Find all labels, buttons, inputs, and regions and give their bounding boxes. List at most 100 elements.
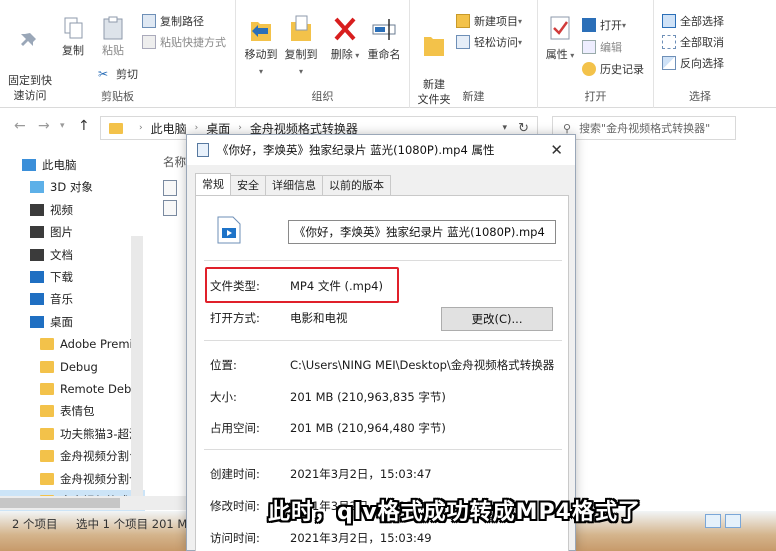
rename-button[interactable]: 重命名 xyxy=(364,14,404,62)
move-to-button[interactable]: 移动到 ▾ xyxy=(242,14,280,79)
file-document-icon[interactable] xyxy=(163,200,177,216)
item-count: 2 个项目 xyxy=(12,517,58,531)
sidebar-item-6[interactable]: 音乐 xyxy=(0,288,145,310)
open-button[interactable]: 打开 ▾ xyxy=(582,16,626,34)
recent-chevron-down-icon[interactable]: ▾ xyxy=(60,121,65,131)
sidebar-item-3[interactable]: 图片 xyxy=(0,221,145,243)
delete-x-icon xyxy=(334,17,356,41)
nav-scrollbar[interactable] xyxy=(131,236,143,496)
select-none-button[interactable]: 全部取消 xyxy=(662,33,724,51)
accessed-label: 访问时间: xyxy=(210,531,260,545)
scissors-icon: ✂ xyxy=(98,67,109,81)
tab-details[interactable]: 详细信息 xyxy=(265,175,323,195)
delete-button[interactable]: 删除 ▾ xyxy=(330,14,360,63)
dialog-titlebar[interactable]: 《你好，李焕英》独家纪录片 蓝光(1080P).mp4 属性 ✕ xyxy=(187,135,575,165)
select-all-button[interactable]: 全部选择 xyxy=(662,12,724,30)
filename-field[interactable]: 《你好，李焕英》独家纪录片 蓝光(1080P).mp4 xyxy=(288,220,556,244)
sidebar-item-label: Remote Debu xyxy=(60,382,139,396)
sidebar-item-7[interactable]: 桌面 xyxy=(0,311,145,333)
select-all-icon xyxy=(662,14,676,28)
sidebar-item-label: 金舟视频分割台 xyxy=(60,449,141,464)
back-arrow-icon[interactable]: ← xyxy=(14,118,26,134)
sidebar-item-5[interactable]: 下载 xyxy=(0,266,145,288)
clipboard-group-label: 剪贴板 xyxy=(101,90,134,103)
size-value: 201 MB (210,963,835 字节) xyxy=(290,390,446,404)
sidebar-item-11[interactable]: 表情包 xyxy=(0,400,145,422)
search-box[interactable]: ⚲ 搜索"金舟视频格式转换器" xyxy=(552,116,736,140)
invert-selection-button[interactable]: 反向选择 xyxy=(662,54,724,72)
change-button[interactable]: 更改(C)... xyxy=(441,307,553,331)
sidebar-item-10[interactable]: Remote Debu xyxy=(0,378,145,400)
select-group-label: 选择 xyxy=(689,90,711,103)
tab-security[interactable]: 安全 xyxy=(230,175,266,195)
open-play-icon xyxy=(582,18,596,32)
folder-icon xyxy=(40,450,54,463)
up-arrow-icon[interactable]: ↑ xyxy=(78,118,90,134)
sidebar-item-9[interactable]: Debug xyxy=(0,356,145,378)
address-dropdown-icon[interactable]: ▾ xyxy=(502,123,507,133)
forward-arrow-icon[interactable]: → xyxy=(38,118,50,134)
sidebar-item-13[interactable]: 金舟视频分割台 xyxy=(0,445,145,467)
new-folder-icon xyxy=(424,37,444,56)
opens-with-label: 打开方式: xyxy=(210,311,260,325)
shortcut-icon xyxy=(142,35,156,49)
sidebar-item-12[interactable]: 功夫熊猫3-超清 xyxy=(0,423,145,445)
organize-group: 移动到 ▾ 复制到 ▾ 删除 ▾ 重命名 组织 xyxy=(236,0,410,108)
cut-button[interactable]: ✂ 剪切 xyxy=(98,65,138,83)
paste-button[interactable]: 粘贴 xyxy=(96,16,130,58)
scrollbar-thumb[interactable] xyxy=(0,498,120,508)
sidebar-item-4[interactable]: 文档 xyxy=(0,244,145,266)
dialog-tabs: 常规 安全 详细信息 以前的版本 xyxy=(195,173,391,195)
video-file-icon xyxy=(197,143,209,157)
organize-group-label: 组织 xyxy=(311,90,334,103)
properties-check-icon xyxy=(550,16,570,40)
copy-path-button[interactable]: 复制路径 xyxy=(142,12,204,30)
easy-access-button[interactable]: 轻松访问 ▾ xyxy=(456,33,522,51)
sidebar-item-label: 下载 xyxy=(50,270,73,284)
music-icon xyxy=(30,293,44,306)
folder-icon xyxy=(40,427,54,440)
sidebar-item-2[interactable]: 视频 xyxy=(0,199,145,221)
new-group-label: 新建 xyxy=(462,90,485,103)
sidebar-item-1[interactable]: 3D 对象 xyxy=(0,176,145,198)
tab-previous-versions[interactable]: 以前的版本 xyxy=(322,175,391,195)
desktop-icon xyxy=(30,315,44,328)
folder-icon xyxy=(40,338,54,351)
history-button[interactable]: 历史记录 xyxy=(582,60,644,78)
copy-button[interactable]: 复制 xyxy=(58,16,88,58)
video-caption: 此时，qlv格式成功转成MP4格式了 xyxy=(268,500,641,525)
search-icon: ⚲ xyxy=(563,121,572,135)
chevron-right-icon: › xyxy=(194,123,199,133)
nav-horizontal-scrollbar[interactable] xyxy=(0,496,186,510)
column-header-name[interactable]: 名称 xyxy=(163,154,186,170)
search-placeholder: 搜索"金舟视频格式转换器" xyxy=(579,122,711,135)
sidebar-item-label: 3D 对象 xyxy=(50,180,93,195)
file-video-icon[interactable] xyxy=(163,180,177,196)
sidebar-item-0[interactable]: 此电脑 xyxy=(0,154,145,176)
picture-icon xyxy=(30,226,44,239)
details-view-icon[interactable] xyxy=(705,514,721,528)
size-on-disk-label: 占用空间: xyxy=(210,421,260,435)
new-item-icon xyxy=(456,14,470,28)
paste-shortcut-button[interactable]: 粘贴快捷方式 xyxy=(142,33,226,51)
edit-button[interactable]: 编辑 xyxy=(582,38,622,56)
accessed-value: 2021年3月2日，15:03:49 xyxy=(290,531,432,545)
new-group: 新建 文件夹 新建项目 ▾ 轻松访问 ▾ 新建 xyxy=(410,0,538,108)
size-on-disk-value: 201 MB (210,964,480 字节) xyxy=(290,421,446,435)
new-item-button[interactable]: 新建项目 ▾ xyxy=(456,12,522,30)
pin-icon xyxy=(21,33,36,46)
clipboard-group: 固定到快 速访问 复制 粘贴 复制路径 粘贴快捷方式 ✂ 剪切 剪贴板 xyxy=(0,0,236,108)
sidebar-item-label: 桌面 xyxy=(50,314,73,329)
sidebar-item-8[interactable]: Adobe Premi xyxy=(0,333,145,355)
tab-general[interactable]: 常规 xyxy=(195,173,231,195)
close-icon[interactable]: ✕ xyxy=(550,141,563,159)
large-icons-view-icon[interactable] xyxy=(725,514,741,528)
sidebar-item-14[interactable]: 金舟视频分割合 xyxy=(0,468,145,490)
video-file-large-icon xyxy=(217,216,241,244)
properties-button[interactable]: 属性 ▾ xyxy=(544,14,576,63)
dialog-title: 《你好，李焕英》独家纪录片 蓝光(1080P).mp4 属性 xyxy=(217,143,495,157)
pc-icon xyxy=(22,159,36,171)
sidebar-item-label: Adobe Premi xyxy=(60,337,133,352)
breadcrumb-this-pc[interactable]: 此电脑 xyxy=(151,120,187,137)
copy-to-button[interactable]: 复制到 ▾ xyxy=(282,14,320,79)
